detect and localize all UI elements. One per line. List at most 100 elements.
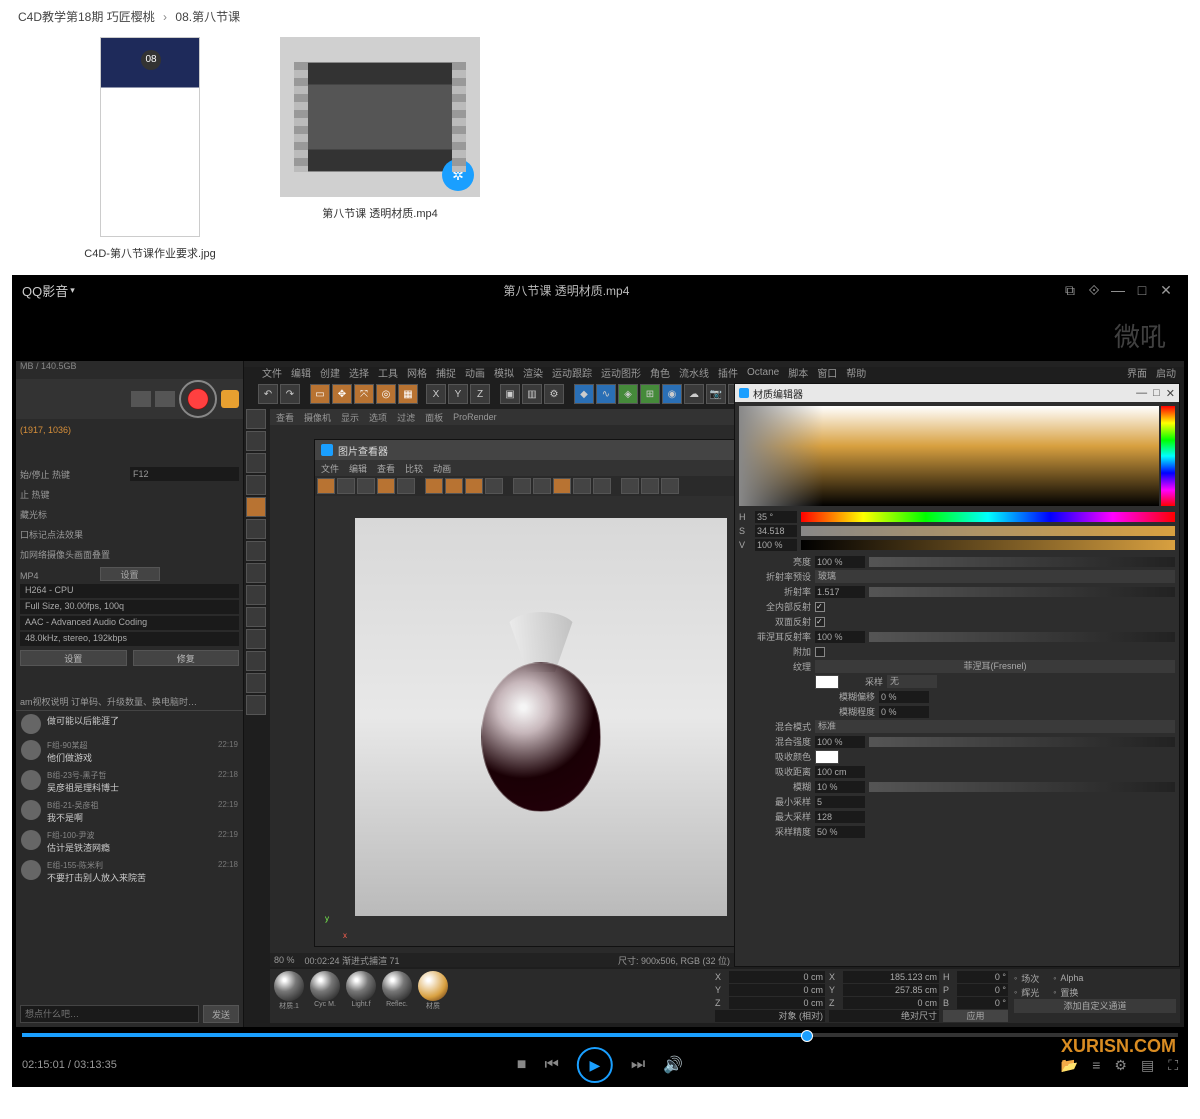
sample-accuracy-input[interactable]: 50 % (815, 826, 865, 838)
double-sided-checkbox[interactable] (815, 617, 825, 627)
undo-icon[interactable]: ↶ (258, 384, 278, 404)
y-axis-toggle[interactable]: Y (448, 384, 468, 404)
material-slot[interactable]: Cyc M. (308, 971, 342, 1021)
material-slot[interactable]: Light.f (344, 971, 378, 1021)
pos-x-input[interactable]: 0 cm (729, 971, 825, 983)
value-input[interactable]: 100 % (755, 539, 797, 551)
size-mode-select[interactable]: 绝对尺寸 (829, 1010, 939, 1022)
maximize-icon[interactable]: □ (1130, 278, 1154, 302)
record-button[interactable] (179, 380, 217, 418)
texture-button[interactable]: 菲涅耳(Fresnel) (815, 660, 1175, 673)
blur-input[interactable]: 10 % (815, 781, 865, 793)
rotate-tool[interactable]: ◎ (376, 384, 396, 404)
blur-scale-input[interactable]: 0 % (879, 706, 929, 718)
absorption-distance-input[interactable]: 100 cm (815, 766, 865, 778)
picture-toolbar[interactable] (315, 476, 737, 496)
material-slot[interactable]: 材质 (416, 971, 450, 1021)
rot-h-input[interactable]: 0 ° (957, 971, 1008, 983)
array-icon[interactable]: ⊞ (640, 384, 660, 404)
close-icon[interactable]: ✕ (1154, 278, 1178, 302)
pos-y-input[interactable]: 0 cm (729, 984, 825, 996)
environment-icon[interactable]: ☁ (684, 384, 704, 404)
progress-bar[interactable] (22, 1033, 1178, 1037)
select-tool[interactable]: ▭ (310, 384, 330, 404)
sample-select[interactable]: 无 (887, 675, 937, 688)
z-axis-toggle[interactable]: Z (470, 384, 490, 404)
breadcrumb[interactable]: C4D教学第18期 巧匠樱桃 › 08.第八节课 (10, 4, 1190, 37)
minimize-icon[interactable]: — (1106, 278, 1130, 302)
subtitle-icon[interactable]: ≡ (1092, 1057, 1100, 1074)
nurbs-icon[interactable]: ◈ (618, 384, 638, 404)
chat-input[interactable] (20, 1005, 199, 1023)
brightness-input[interactable]: 100 % (815, 556, 865, 568)
grid-icon[interactable]: ▦ (398, 384, 418, 404)
rot-p-input[interactable]: 0 ° (957, 984, 1008, 996)
prev-button[interactable]: ⏮ (544, 1056, 558, 1074)
material-editor-window[interactable]: 材质编辑器 —□✕ H35 ° S34.518 % V100 % 亮度100 %… (734, 383, 1180, 967)
min-samples-input[interactable]: 5 (815, 796, 865, 808)
picture-viewer-window[interactable]: 图片查看器 文件编辑查看比较动画 (314, 439, 738, 947)
texture-swatch[interactable] (815, 675, 839, 689)
pos-z-input[interactable]: 0 cm (729, 997, 825, 1009)
settings-icon[interactable]: ⚙ (1114, 1057, 1127, 1074)
cube-primitive[interactable]: ◆ (574, 384, 594, 404)
pip-icon[interactable]: ⧉ (1058, 278, 1082, 302)
material-slot[interactable]: Reflec. (380, 971, 414, 1021)
send-button[interactable]: 发送 (203, 1005, 239, 1023)
render-icon[interactable]: ▣ (500, 384, 520, 404)
zoom-value[interactable]: 80 % (274, 955, 295, 965)
material-slot[interactable]: 材质.1 (272, 971, 306, 1021)
volume-icon[interactable]: 🔊 (663, 1055, 683, 1075)
scale-tool[interactable]: ⤧ (354, 384, 374, 404)
c4d-main-menu[interactable]: 文件编辑创建选择工具网格捕捉动画模拟渲染运动跟踪运动图形角色流水线插件Octan… (258, 363, 1176, 381)
render-settings-icon[interactable]: ⚙ (544, 384, 564, 404)
pause-icon[interactable] (221, 390, 239, 408)
file-thumbnail-jpg[interactable]: C4D-第八节课作业要求.jpg (50, 37, 250, 261)
max-samples-input[interactable]: 128 (815, 811, 865, 823)
fresnel-input[interactable]: 100 % (815, 631, 865, 643)
repair-button[interactable]: 修复 (133, 650, 240, 666)
size-x-input[interactable]: 185.123 cm (843, 971, 939, 983)
add-channel-button[interactable]: 添加自定义通道 (1014, 999, 1176, 1013)
coord-mode-select[interactable]: 对象 (相对) (715, 1010, 825, 1022)
stop-icon[interactable] (155, 391, 175, 407)
settings-button[interactable]: 设置 (20, 650, 127, 666)
minimize-icon[interactable]: — (1136, 387, 1147, 400)
saturation-bar[interactable] (801, 526, 1175, 536)
file-thumbnail-mp4[interactable]: ✲ 第八节课 透明材质.mp4 (280, 37, 480, 261)
absorption-color-swatch[interactable] (815, 750, 839, 764)
pin-icon[interactable]: ⟐ (1082, 278, 1106, 302)
breadcrumb-sub[interactable]: 08.第八节课 (175, 10, 240, 24)
camera-icon[interactable]: 📷 (706, 384, 726, 404)
tir-checkbox[interactable] (815, 602, 825, 612)
blend-mode-select[interactable]: 标准 (815, 720, 1175, 733)
close-icon[interactable]: ✕ (1166, 387, 1175, 400)
breadcrumb-root[interactable]: C4D教学第18期 巧匠樱桃 (18, 10, 155, 24)
blend-strength-input[interactable]: 100 % (815, 736, 865, 748)
render-result[interactable] (355, 518, 727, 916)
apply-button[interactable]: 应用 (943, 1010, 1008, 1022)
saturation-input[interactable]: 34.518 % (755, 525, 797, 537)
video-surface[interactable]: 微吼 XURISN.COM 文件编辑创建选择工具网格捕捉动画模拟渲染运动跟踪运动… (12, 305, 1188, 1027)
ior-input[interactable]: 1.517 (815, 586, 865, 598)
hue-bar[interactable] (801, 512, 1175, 522)
play-button[interactable]: ▶ (577, 1047, 613, 1083)
ior-preset-select[interactable]: 玻璃 (815, 570, 1175, 583)
render-region-icon[interactable]: ▥ (522, 384, 542, 404)
folder-icon[interactable] (131, 391, 151, 407)
open-file-icon[interactable]: 📂 (1061, 1057, 1078, 1074)
hotkey-input[interactable]: F12 (130, 467, 239, 481)
size-y-input[interactable]: 257.85 cm (843, 984, 939, 996)
additive-checkbox[interactable] (815, 647, 825, 657)
move-tool[interactable]: ✥ (332, 384, 352, 404)
rot-b-input[interactable]: 0 ° (957, 997, 1008, 1009)
mode-toolbar[interactable] (246, 409, 268, 967)
stop-button[interactable]: ■ (517, 1056, 527, 1074)
playlist-icon[interactable]: ▤ (1141, 1057, 1154, 1074)
spline-icon[interactable]: ∿ (596, 384, 616, 404)
value-bar[interactable] (801, 540, 1175, 550)
hue-input[interactable]: 35 ° (755, 511, 797, 523)
app-name[interactable]: QQ影音 (22, 281, 68, 300)
size-z-input[interactable]: 0 cm (843, 997, 939, 1009)
color-field[interactable] (739, 406, 1159, 506)
